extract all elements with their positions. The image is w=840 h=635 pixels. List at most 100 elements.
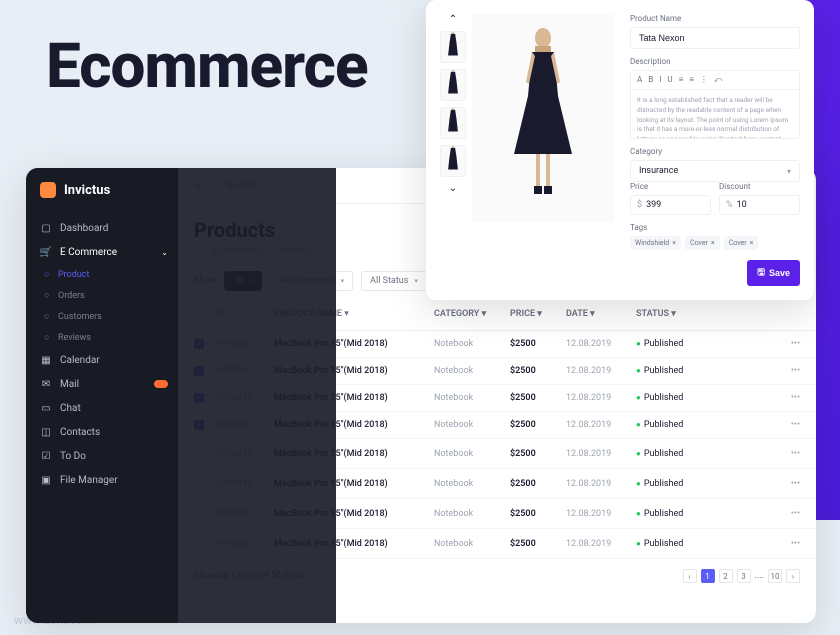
thumbnail[interactable] [440, 69, 466, 101]
rte-underline-icon[interactable]: U [667, 75, 672, 85]
nav-sub-customers[interactable]: ○Customers [26, 306, 178, 327]
description-editor[interactable]: A B I U ≡ ≡ ⋮ ⤺ It is a long established… [630, 70, 800, 139]
search-icon: ⌕ [215, 180, 221, 191]
table-row[interactable]: ✓#790841MacBook Pro 15"(Mid 2018)Noteboo… [178, 412, 816, 439]
row-checkbox[interactable] [194, 477, 204, 487]
page-3[interactable]: 3 [737, 569, 751, 583]
chat-icon: ▭ [40, 402, 52, 414]
rte-font-icon[interactable]: A [637, 75, 642, 85]
home-icon[interactable]: ⌂ [194, 246, 199, 255]
page-size-select[interactable]: 10▾ [224, 271, 262, 291]
row-actions[interactable]: ••• [716, 479, 800, 489]
close-icon[interactable]: × [672, 239, 676, 247]
row-checkbox[interactable] [194, 507, 204, 517]
cell-date: 12.08.2019 [566, 479, 636, 489]
cell-status: ●Published [636, 479, 716, 489]
rte-undo-icon[interactable]: ⤺ [714, 75, 723, 85]
table-row[interactable]: #790841MacBook Pro 15"(Mid 2018)Notebook… [178, 529, 816, 559]
thumbnail[interactable] [440, 145, 466, 177]
crumb-ecommerce[interactable]: E COMMERCE [213, 246, 263, 255]
page-next[interactable]: › [786, 569, 800, 583]
table-row[interactable]: ✓#790841MacBook Pro 15"(Mid 2018)Noteboo… [178, 331, 816, 358]
price-input[interactable]: $399 [630, 195, 711, 215]
product-images: ⌃ ⌄ [440, 14, 620, 286]
status-dot-icon: ● [636, 509, 641, 518]
name-input[interactable] [630, 27, 800, 49]
brand-logo-icon [40, 182, 56, 198]
mail-badge [154, 380, 168, 388]
description-text[interactable]: It is a long established fact that a rea… [631, 90, 799, 138]
select-all-checkbox[interactable] [194, 309, 204, 319]
close-icon[interactable]: × [750, 239, 754, 247]
cell-category: Notebook [434, 479, 510, 489]
row-actions[interactable]: ••• [716, 420, 800, 430]
row-actions[interactable]: ••• [716, 366, 800, 376]
rte-more-icon[interactable]: ⋮ [700, 75, 708, 85]
page-2[interactable]: 2 [719, 569, 733, 583]
thumb-prev-icon[interactable]: ⌃ [449, 14, 457, 25]
row-checkbox[interactable]: ✓ [194, 339, 204, 349]
menu-toggle-icon[interactable]: ≡ [194, 179, 201, 193]
table-row[interactable]: #790841MacBook Pro 15"(Mid 2018)Notebook… [178, 439, 816, 469]
col-date[interactable]: DATE ▾ [566, 309, 636, 322]
nav-sub-orders[interactable]: ○Orders [26, 285, 178, 306]
close-icon[interactable]: × [711, 239, 715, 247]
thumbnail[interactable] [440, 31, 466, 63]
table-header: ID PRODUCT NAME ▾ CATEGORY ▾ PRICE ▾ DAT… [178, 301, 816, 331]
thumbnail[interactable] [440, 107, 466, 139]
row-checkbox[interactable]: ✓ [194, 420, 204, 430]
status-select[interactable]: All Status▾ [361, 271, 427, 291]
col-name[interactable]: PRODUCT NAME ▾ [274, 309, 434, 322]
tag-chip[interactable]: Cover× [685, 236, 720, 250]
rte-italic-icon[interactable]: I [659, 75, 661, 85]
row-actions[interactable]: ••• [716, 339, 800, 349]
row-checkbox[interactable] [194, 537, 204, 547]
col-id[interactable]: ID [216, 309, 274, 322]
row-checkbox[interactable]: ✓ [194, 366, 204, 376]
col-price[interactable]: PRICE ▾ [510, 309, 566, 322]
crumb-product[interactable]: PRODUCT [278, 246, 314, 255]
nav-mail[interactable]: ✉Mail [26, 372, 178, 396]
table-row[interactable]: ✓#790841MacBook Pro 15"(Mid 2018)Noteboo… [178, 385, 816, 412]
table-row[interactable]: #790841MacBook Pro 15"(Mid 2018)Notebook… [178, 499, 816, 529]
discount-input[interactable]: %10 [719, 195, 800, 215]
nav-todo[interactable]: ☑To Do [26, 444, 178, 468]
row-actions[interactable]: ••• [716, 393, 800, 403]
category-select[interactable]: Insurance▾ [630, 160, 800, 182]
tag-chip[interactable]: Windshield× [630, 236, 681, 250]
thumb-next-icon[interactable]: ⌄ [449, 183, 457, 194]
nav-ecommerce[interactable]: 🛒E Commerce⌄ [26, 240, 178, 264]
nav-files[interactable]: ▣File Manager [26, 468, 178, 492]
col-category[interactable]: CATEGORY ▾ [434, 309, 510, 322]
row-checkbox[interactable] [194, 447, 204, 457]
table-row[interactable]: #790841MacBook Pro 15"(Mid 2018)Notebook… [178, 469, 816, 499]
tags-input[interactable]: Windshield× Cover× Cover× [630, 236, 800, 250]
rte-align-icon[interactable]: ≡ [679, 75, 684, 85]
nav-contacts[interactable]: ◫Contacts [26, 420, 178, 444]
table-row[interactable]: ✓#790841MacBook Pro 15"(Mid 2018)Noteboo… [178, 358, 816, 385]
nav-sub-product[interactable]: ○Product [26, 264, 178, 285]
nav-calendar[interactable]: ▦Calendar [26, 348, 178, 372]
col-status[interactable]: STATUS ▾ [636, 309, 716, 322]
rte-toolbar: A B I U ≡ ≡ ⋮ ⤺ [631, 71, 799, 90]
rte-list-icon[interactable]: ≡ [689, 75, 694, 85]
nav-chat[interactable]: ▭Chat [26, 396, 178, 420]
nav-sub-reviews[interactable]: ○Reviews [26, 327, 178, 348]
page-1[interactable]: 1 [701, 569, 715, 583]
cell-category: Notebook [434, 449, 510, 459]
page-prev[interactable]: ‹ [683, 569, 697, 583]
nav-dashboard[interactable]: ▢Dashboard [26, 216, 178, 240]
search-input[interactable]: ⌕Search [215, 180, 257, 191]
row-actions[interactable]: ••• [716, 509, 800, 519]
tag-chip[interactable]: Cover× [724, 236, 759, 250]
row-actions[interactable]: ••• [716, 449, 800, 459]
page-10[interactable]: 10 [768, 569, 782, 583]
hero-image[interactable] [472, 14, 614, 222]
row-checkbox[interactable]: ✓ [194, 393, 204, 403]
row-actions[interactable]: ••• [716, 539, 800, 549]
save-button[interactable]: 🖫Save [747, 260, 800, 286]
category-select[interactable]: All Categories▾ [270, 271, 353, 291]
brand[interactable]: Invictus [26, 182, 178, 216]
rte-bold-icon[interactable]: B [648, 75, 653, 85]
save-icon: 🖫 [757, 265, 765, 281]
